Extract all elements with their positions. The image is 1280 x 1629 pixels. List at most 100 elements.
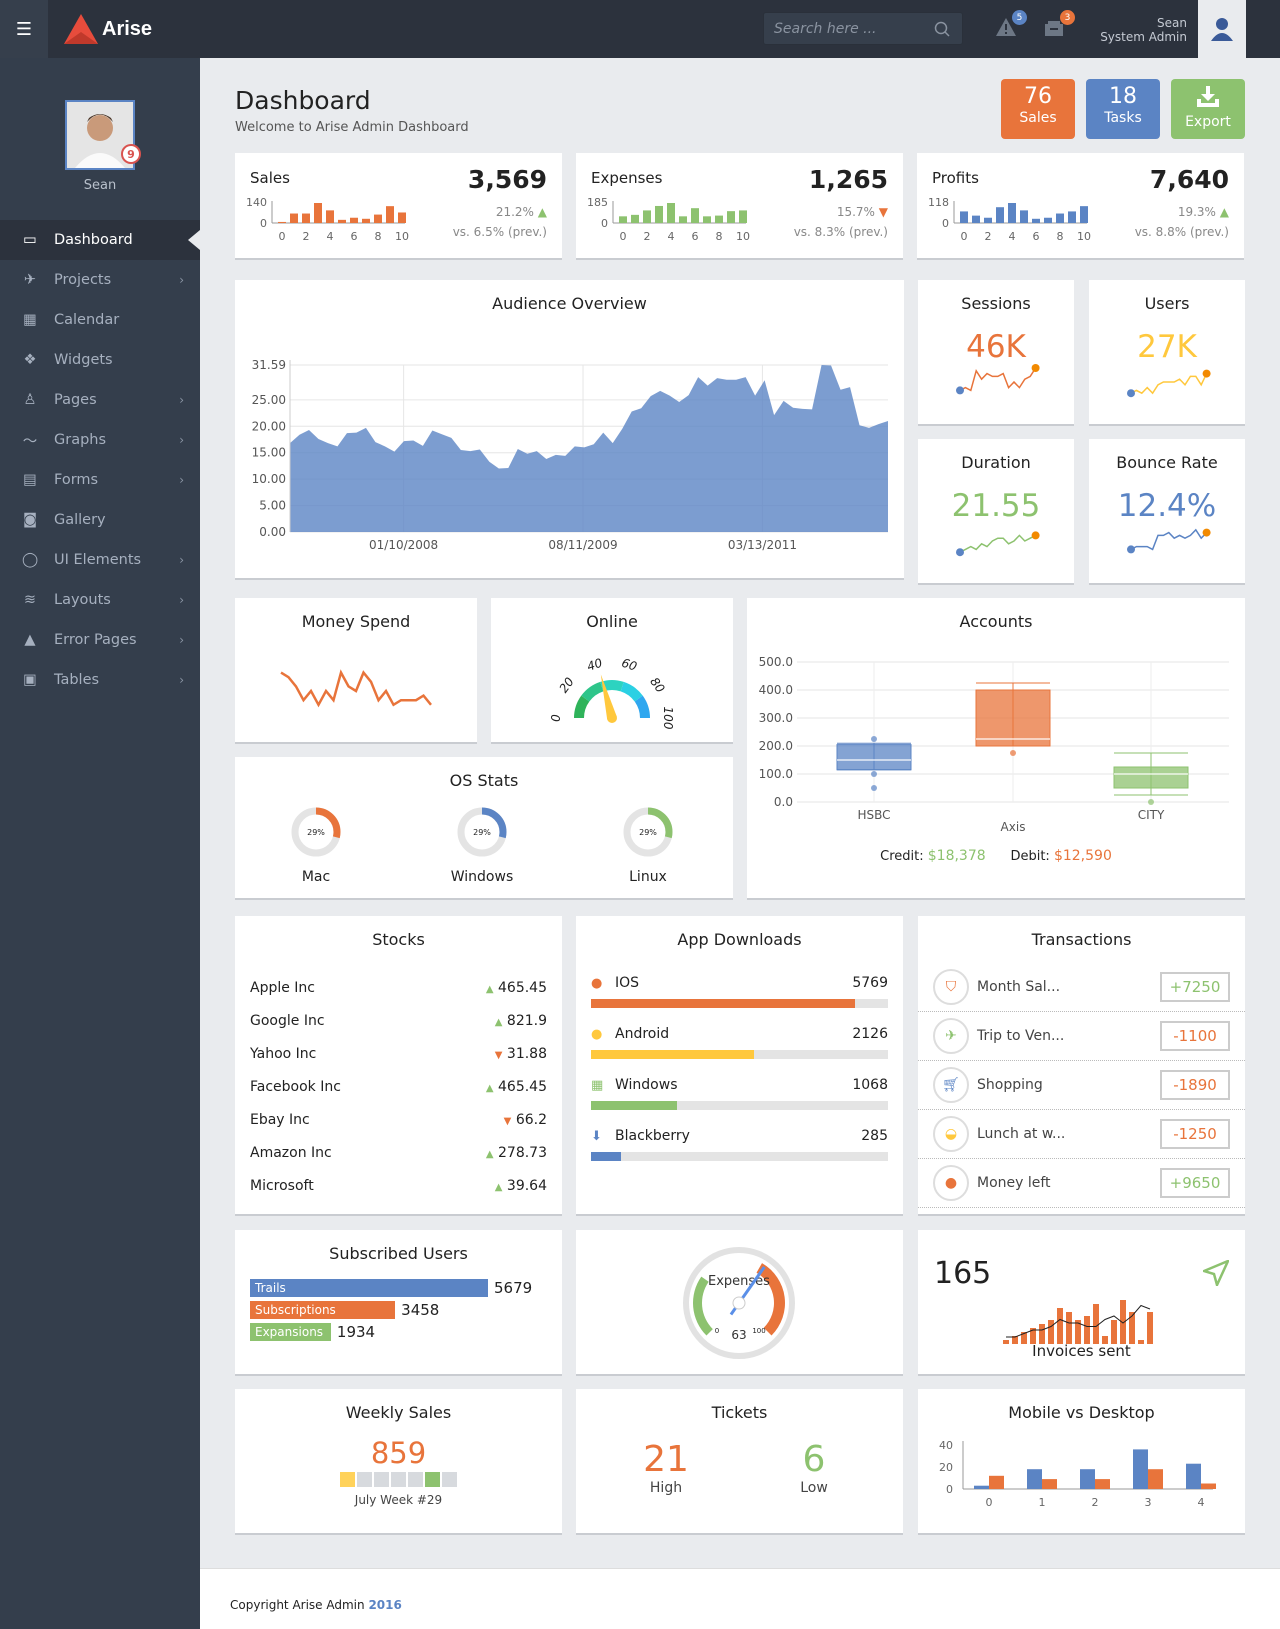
user-menu-button[interactable] <box>1198 0 1246 58</box>
box <box>1113 766 1189 789</box>
tasks-button[interactable]: 18 Tasks <box>1086 79 1160 139</box>
invoice-bar <box>1129 1312 1135 1344</box>
x-tick-label: 8 <box>375 230 382 243</box>
bar <box>739 210 747 223</box>
footer-year[interactable]: 2016 <box>368 1598 401 1612</box>
stock-row[interactable]: Microsoft ▲ 39.64 <box>235 1169 562 1202</box>
y-tick-label: 0.0 <box>774 795 793 809</box>
x-tick-label: 0 <box>961 230 968 243</box>
bar <box>643 210 651 223</box>
bar <box>667 203 675 223</box>
tickets-low-label: Low <box>800 1480 828 1496</box>
donut-label: 29% <box>473 828 491 837</box>
stock-row[interactable]: Apple Inc ▲ 465.45 <box>235 971 562 1004</box>
outlier-point <box>871 771 877 777</box>
transaction-row[interactable]: ⛉ Month Sal... +7250 <box>918 963 1245 1012</box>
y-tick-label: 0 <box>942 217 949 230</box>
messages-button[interactable]: 3 <box>1043 10 1075 42</box>
tasks-count: 18 <box>1109 84 1137 109</box>
debit-label: Debit: <box>1010 849 1050 864</box>
chevron-right-icon: › <box>179 553 184 567</box>
stock-row[interactable]: Google Inc ▲ 821.9 <box>235 1004 562 1037</box>
subscription-bar: Subscriptions <box>250 1301 396 1319</box>
sparkline-end-dot <box>1031 531 1040 540</box>
outlier-point <box>871 736 877 742</box>
stock-row[interactable]: Facebook Inc ▲ 465.45 <box>235 1070 562 1103</box>
alerts-button[interactable]: 5 <box>995 10 1027 42</box>
sidebar-item-widgets[interactable]: ❖ Widgets <box>0 340 200 380</box>
triangle-down-icon: ▼ <box>494 1049 503 1061</box>
kpi-card-users: Users 27K <box>1089 280 1245 426</box>
os-label: Linux <box>629 869 667 885</box>
x-tick-label: 6 <box>692 230 699 243</box>
bar <box>703 216 711 223</box>
bar <box>972 215 980 223</box>
stock-name: Ebay Inc <box>250 1111 310 1128</box>
progress-bar <box>591 1050 888 1059</box>
kpi-card-duration: Duration 21.55 <box>918 439 1074 585</box>
box <box>975 689 1051 747</box>
mobile-bar <box>1027 1469 1042 1489</box>
sidebar-item-error-pages[interactable]: ▲ Error Pages › <box>0 620 200 660</box>
transaction-row[interactable]: ● Money left +9650 <box>918 1159 1245 1208</box>
stock-value-text: 66.2 <box>515 1111 547 1128</box>
transaction-row[interactable]: 🛒︎ Shopping -1890 <box>918 1061 1245 1110</box>
transaction-row[interactable]: ◒ Lunch at w... -1250 <box>918 1110 1245 1159</box>
sidebar-item-label: Layouts <box>54 592 111 608</box>
search-icon[interactable] <box>934 21 950 37</box>
camera-icon: ◙ <box>22 512 38 528</box>
sidebar-item-projects[interactable]: ✈ Projects › <box>0 260 200 300</box>
gauge-tick-label: 40 <box>585 656 604 674</box>
sidebar-item-pages[interactable]: ♙ Pages › <box>0 380 200 420</box>
stock-row[interactable]: Yahoo Inc ▼ 31.88 <box>235 1037 562 1070</box>
y-tick-label: 31.59 <box>252 358 286 372</box>
mvd-title: Mobile vs Desktop <box>1008 1403 1155 1422</box>
search-box[interactable] <box>763 12 963 45</box>
download-row: ● IOS 5769 <box>576 971 903 1008</box>
drop-icon: ◯ <box>21 552 39 568</box>
sidebar-item-label: Pages <box>54 392 97 408</box>
sidebar-item-tables[interactable]: ▣ Tables › <box>0 660 200 700</box>
export-button[interactable]: Export <box>1171 79 1245 139</box>
user-info[interactable]: Sean System Admin <box>1100 16 1187 44</box>
sidebar-item-gallery[interactable]: ◙ Gallery <box>0 500 200 540</box>
menu-toggle-button[interactable]: ☰ <box>0 0 48 58</box>
y-tick-label: 0.00 <box>259 525 286 539</box>
brand-logo[interactable]: Arise <box>64 14 152 44</box>
x-tick-label: 4 <box>1198 1496 1205 1509</box>
sidebar-item-graphs[interactable]: 〜 Graphs › <box>0 420 200 460</box>
bar <box>338 219 346 223</box>
gauge-title: Expenses <box>708 1274 770 1289</box>
kpi-sparkline <box>956 531 1040 557</box>
stat-card-profits: Profits 7,640 19.3% ▲ vs. 8.8% (prev.) 1… <box>917 153 1244 260</box>
stock-row[interactable]: Amazon Inc ▲ 278.73 <box>235 1136 562 1169</box>
sales-button[interactable]: 76 Sales <box>1001 79 1075 139</box>
money-spend-card: Money Spend <box>235 598 477 744</box>
invoices-card: 165 Invoices sent <box>918 1230 1245 1376</box>
profile-avatar[interactable]: 9 <box>65 100 141 170</box>
bar <box>984 217 992 223</box>
sidebar-item-layouts[interactable]: ≋ Layouts › <box>0 580 200 620</box>
sidebar-item-ui-elements[interactable]: ◯ UI Elements › <box>0 540 200 580</box>
sales-count: 76 <box>1024 84 1052 109</box>
send-icon[interactable] <box>1203 1260 1229 1286</box>
x-tick-label: 2 <box>985 230 992 243</box>
donut-label: 29% <box>307 828 325 837</box>
sidebar-item-forms[interactable]: ▤ Forms › <box>0 460 200 500</box>
stat-card-sales: Sales 3,569 21.2% ▲ vs. 6.5% (prev.) 140… <box>235 153 562 260</box>
sidebar-item-calendar[interactable]: ▦ Calendar <box>0 300 200 340</box>
download-row: ● Android 2126 <box>576 1022 903 1059</box>
weekly-title: Weekly Sales <box>345 1403 452 1422</box>
accounts-title: Accounts <box>959 612 1033 631</box>
invoice-bar <box>1066 1312 1072 1344</box>
platform-name: IOS <box>615 975 640 991</box>
stock-row[interactable]: Ebay Inc ▼ 66.2 <box>235 1103 562 1136</box>
os-donut: 29% <box>457 807 507 857</box>
sidebar-item-dashboard[interactable]: ▭ Dashboard <box>0 220 200 260</box>
grid-icon: ▣ <box>23 672 37 688</box>
bar <box>1032 218 1040 223</box>
kpi-sparkline <box>1127 528 1211 554</box>
app-downloads-card: App Downloads ● IOS 5769 ● Android 2126 ▦ Windo… <box>576 916 903 1216</box>
transaction-row[interactable]: ✈ Trip to Ven... -1100 <box>918 1012 1245 1061</box>
search-input[interactable] <box>774 20 934 37</box>
